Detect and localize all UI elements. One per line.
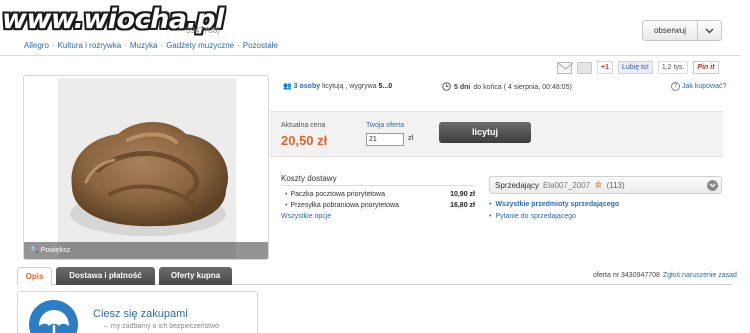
price-box: Aktualna cena 20,50 zł Twoja oferta zł l… (270, 111, 723, 157)
breadcrumb-item-culture[interactable]: Kultura i rozrywka (58, 41, 122, 50)
offer-input[interactable] (366, 133, 404, 146)
bidders-info: 👥 3 osoby licytują , wygrywa 5...0 (283, 82, 392, 90)
share-icon[interactable] (577, 61, 592, 74)
bidders-text: licytują , wygrywa (322, 83, 377, 90)
zoom-bar[interactable]: 🔍 Powiększ (24, 242, 268, 259)
how-to-buy-label: Jak kupować? (682, 83, 727, 90)
time-left-days: 5 dni (454, 84, 471, 91)
clock-icon (442, 82, 451, 93)
product-photo[interactable] (58, 78, 236, 258)
watch-button-label: obserwuj (643, 21, 698, 40)
chevron-down-icon[interactable] (707, 180, 718, 191)
your-offer-label: Twoja oferta (366, 122, 405, 129)
shipping-divider (281, 185, 474, 186)
offer-number: oferta nr 3430947708 (593, 272, 660, 279)
breadcrumb-item-music[interactable]: Muzyka (130, 41, 158, 50)
promo-box: Ciesz się zakupami – my zadbamy o ich bez… (17, 291, 258, 333)
zoom-label: Powiększ (40, 247, 71, 254)
shipping-title: Koszty dostawy (281, 174, 337, 183)
bidders-count[interactable]: 3 osoby (294, 83, 320, 90)
time-left-text: do końca ( 4 sierpnia, 00:48:05) (473, 84, 572, 91)
seller-link: • Wszystkie przedmioty sprzedającego (489, 201, 620, 208)
ask-seller-link[interactable]: Pytanie do sprzedającego (495, 213, 576, 220)
current-price-label: Aktualna cena (281, 122, 326, 129)
current-price: 20,50 zł (281, 133, 328, 148)
shipping-name: Paczka pocztowa priorytetowa (290, 191, 385, 198)
magnifier-icon: 🔍 (30, 247, 39, 254)
shipping-price: 10,90 zł (450, 191, 475, 198)
how-to-buy-link[interactable]: ? Jak kupować? (671, 82, 726, 91)
shipping-row: • Przesyłka pobraniowa priorytetowa 16,80… (285, 202, 475, 209)
pinterest-button[interactable]: Pin it (693, 61, 719, 74)
winner-login: 5...0 (378, 83, 393, 90)
seller-link: • Pytanie do sprzedającego (489, 213, 577, 220)
umbrella-icon (29, 300, 78, 333)
chevron-down-icon[interactable] (698, 21, 721, 40)
time-left: 5 dni do końca ( 4 sierpnia, 00:48:05) (442, 82, 572, 93)
seller-login[interactable]: Ela007_2007 (543, 181, 590, 190)
shipping-row: • Paczka pocztowa priorytetowa 10,90 zł (285, 191, 475, 198)
star-icon: ✮ (594, 179, 603, 191)
header-divider (0, 55, 740, 56)
breadcrumb: Allegro · Kultura i rozrywka · Muzyka · Gadżet… (24, 41, 278, 50)
all-seller-items-link[interactable]: Wszystkie przedmioty sprzedającego (495, 201, 619, 208)
promo-title: Ciesz się zakupami (93, 308, 188, 320)
breadcrumb-item-gadgets[interactable]: Gadżety muzyczne (166, 41, 234, 50)
tab-description[interactable]: Opis (17, 267, 52, 286)
seller-label: Sprzedający (495, 180, 540, 190)
item-title: 3947708) (186, 26, 220, 35)
shipping-price: 16,80 zł (450, 202, 475, 209)
seller-rating[interactable]: (113) (607, 181, 625, 190)
gplus-button[interactable]: +1 (597, 61, 613, 74)
all-shipping-options-link[interactable]: Wszystkie opcje (281, 213, 331, 220)
promo-subtitle: – my zadbamy o ich bezpieczeństwo (104, 323, 220, 330)
gallery-panel: 🔍 Powiększ (23, 75, 269, 260)
seller-box[interactable]: Sprzedający Ela007_2007 ✮ (113) (489, 176, 722, 194)
breadcrumb-item-allegro[interactable]: Allegro (24, 41, 49, 50)
like-count: 1,2 tys. (657, 61, 689, 74)
users-icon: 👥 (283, 83, 292, 90)
bid-button[interactable]: licytuj (439, 122, 531, 143)
tab-purchase-offers[interactable]: Oferty kupna (159, 267, 232, 285)
email-share-icon[interactable] (557, 61, 574, 74)
facebook-like-button[interactable]: Lubię to! (617, 61, 653, 74)
watch-button[interactable]: obserwuj (642, 20, 722, 41)
breadcrumb-item-other[interactable]: Pozostałe (243, 41, 278, 50)
social-bar: +1 Lubię to! 1,2 tys. Pin it (557, 61, 719, 74)
question-icon: ? (671, 82, 680, 91)
report-violation-link[interactable]: Zgłoś naruszenie zasad (663, 272, 737, 279)
shipping-name: Przesyłka pobraniowa priorytetowa (290, 202, 400, 209)
offer-currency: zł (408, 135, 414, 142)
tab-delivery-payment[interactable]: Dostawa i płatność (56, 267, 155, 285)
